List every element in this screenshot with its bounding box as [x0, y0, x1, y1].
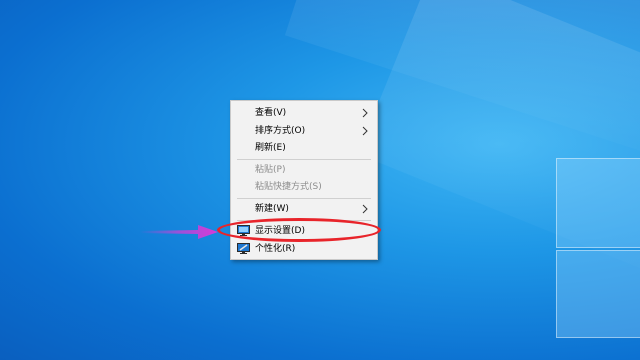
menu-item-label: 排序方式(O) [255, 126, 306, 136]
menu-item-label: 查看(V) [255, 108, 287, 118]
menu-item-paste-shortcut[interactable]: 粘贴快捷方式(S) [231, 178, 377, 196]
menu-item-sort-by[interactable]: 排序方式(O) [231, 122, 377, 140]
menu-item-view[interactable]: 查看(V) [231, 104, 377, 122]
menu-item-label: 新建(W) [255, 204, 289, 214]
menu-item-paste[interactable]: 粘贴(P) [231, 161, 377, 179]
pointer-arrow [140, 225, 218, 239]
menu-item-refresh[interactable]: 刷新(E) [231, 139, 377, 157]
chevron-right-icon [362, 126, 368, 136]
chevron-right-icon [362, 108, 368, 118]
menu-item-label: 刷新(E) [255, 143, 286, 153]
menu-separator [237, 159, 371, 160]
chevron-right-icon [362, 204, 368, 214]
highlight-ellipse [217, 218, 381, 242]
personalize-icon [237, 243, 250, 254]
menu-item-label: 个性化(R) [255, 244, 296, 254]
windows-logo-pane [556, 250, 640, 338]
menu-item-label: 粘贴快捷方式(S) [255, 182, 322, 192]
menu-item-new[interactable]: 新建(W) [231, 200, 377, 218]
windows-logo-pane [556, 158, 640, 248]
menu-item-personalize[interactable]: 个性化(R) [231, 240, 377, 258]
menu-separator [237, 198, 371, 199]
menu-item-label: 粘贴(P) [255, 165, 286, 175]
